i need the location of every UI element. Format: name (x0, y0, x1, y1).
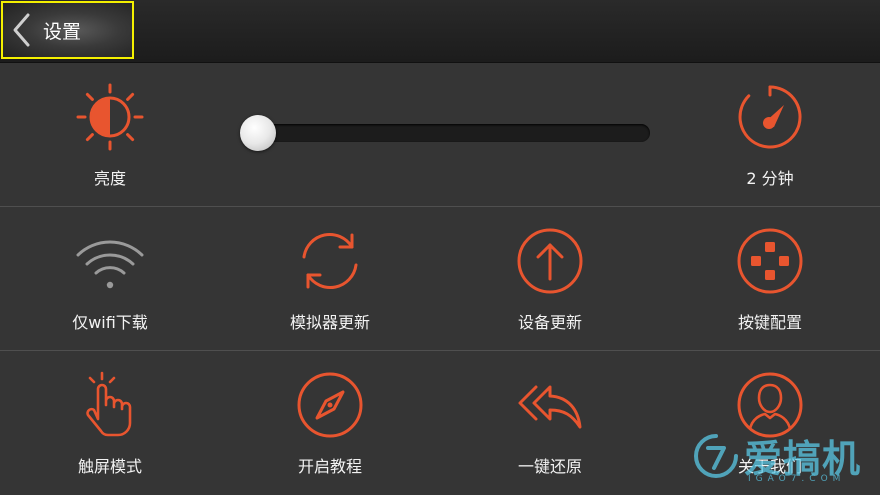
timeout-label: 2 分钟 (746, 169, 794, 188)
touch-mode-option[interactable]: 触屏模式 (0, 351, 220, 495)
item-label: 仅wifi下载 (72, 313, 148, 332)
chevron-left-icon (13, 13, 30, 47)
back-button[interactable]: 设置 (1, 1, 134, 59)
refresh-icon (294, 225, 366, 297)
item-label: 模拟器更新 (289, 313, 370, 332)
page-title: 设置 (43, 20, 82, 43)
device-update-option[interactable]: 设备更新 (440, 207, 660, 350)
settings-row-3: 触屏模式 开启教程 一键还原 关于我们 (0, 351, 880, 495)
arrow-up-circle-icon (514, 225, 586, 297)
brightness-label: 亮度 (93, 169, 126, 188)
timer-icon (734, 81, 806, 153)
wifi-only-download-option[interactable]: 仅wifi下载 (0, 207, 220, 350)
open-tutorial-option[interactable]: 开启教程 (220, 351, 440, 495)
item-label: 开启教程 (297, 457, 362, 476)
item-label: 按键配置 (737, 313, 802, 332)
wifi-icon (74, 225, 146, 297)
brightness-row: 亮度 2 分钟 (0, 63, 880, 207)
item-label: 设备更新 (517, 313, 582, 332)
item-label: 触屏模式 (77, 457, 142, 476)
timeout-setting[interactable]: 2 分钟 (660, 63, 880, 206)
item-label: 一键还原 (517, 457, 582, 476)
brightness-slider-thumb[interactable] (239, 115, 276, 151)
compass-icon (294, 369, 366, 441)
dpad-icon (734, 225, 806, 297)
touch-hand-icon (74, 369, 146, 441)
user-icon (734, 369, 806, 441)
item-label: 关于我们 (737, 457, 802, 476)
title-bar: 设置 (0, 0, 880, 63)
one-click-restore-option[interactable]: 一键还原 (440, 351, 660, 495)
reply-all-icon (514, 369, 586, 441)
brightness-slider[interactable] (239, 115, 650, 151)
key-config-option[interactable]: 按键配置 (660, 207, 880, 350)
emulator-update-option[interactable]: 模拟器更新 (220, 207, 440, 350)
about-us-option[interactable]: 关于我们 (660, 351, 880, 495)
settings-row-2: 仅wifi下载 模拟器更新 设备更新 按键配置 (0, 207, 880, 351)
brightness-icon (74, 81, 146, 153)
brightness-setting: 亮度 (0, 63, 220, 206)
